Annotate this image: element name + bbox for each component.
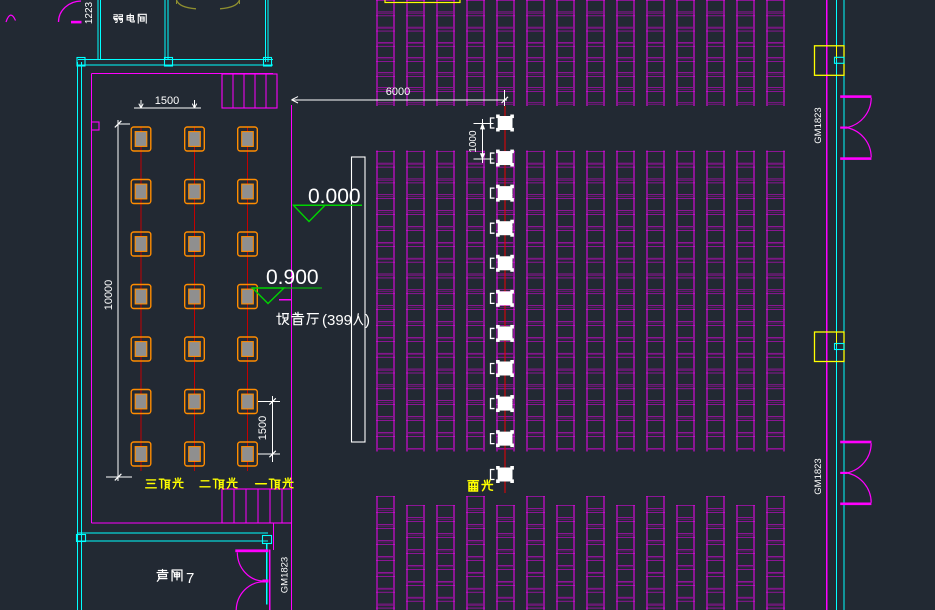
svg-text:GM1823: GM1823 (813, 107, 824, 143)
svg-text:1223: 1223 (84, 1, 95, 24)
svg-text:1500: 1500 (257, 416, 269, 440)
svg-text:GM1823: GM1823 (813, 458, 824, 494)
svg-text:7: 7 (186, 570, 194, 587)
svg-text:): ) (365, 312, 370, 329)
svg-text:0.900: 0.900 (266, 266, 319, 289)
svg-text:GM1823: GM1823 (280, 557, 291, 593)
svg-text:1000: 1000 (468, 130, 479, 153)
svg-text:(399: (399 (322, 312, 352, 329)
svg-text:1500: 1500 (155, 95, 179, 107)
svg-text:10000: 10000 (103, 280, 115, 311)
svg-text:0.000: 0.000 (308, 185, 361, 208)
svg-text:6000: 6000 (386, 86, 410, 98)
